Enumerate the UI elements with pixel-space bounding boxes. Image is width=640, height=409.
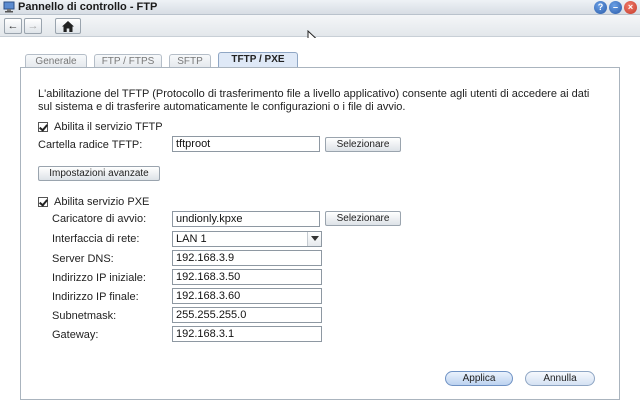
help-button[interactable]: ? bbox=[594, 1, 607, 14]
ip-end-field[interactable]: 192.168.3.60 bbox=[172, 288, 322, 304]
tftp-root-field[interactable]: tftproot bbox=[172, 136, 320, 152]
chevron-down-icon[interactable] bbox=[307, 232, 321, 246]
subnet-mask-label: Subnetmask: bbox=[52, 310, 117, 322]
subnet-mask-field[interactable]: 255.255.255.0 bbox=[172, 307, 322, 323]
ip-end-label: Indirizzo IP finale: bbox=[52, 291, 139, 303]
tftp-enable-checkbox[interactable] bbox=[38, 122, 48, 132]
tab-sftp[interactable]: SFTP bbox=[169, 54, 211, 68]
help-icon: ? bbox=[597, 2, 604, 12]
ip-start-field[interactable]: 192.168.3.50 bbox=[172, 269, 322, 285]
back-button[interactable]: ← bbox=[4, 18, 22, 34]
minimize-button[interactable]: – bbox=[609, 1, 622, 14]
network-interface-value: LAN 1 bbox=[176, 233, 207, 245]
network-interface-label: Interfaccia di rete: bbox=[52, 233, 140, 245]
home-button[interactable] bbox=[55, 18, 81, 34]
tftp-enable-label: Abilita il servizio TFTP bbox=[54, 121, 163, 133]
control-panel-icon bbox=[3, 1, 15, 13]
cancel-button[interactable]: Annulla bbox=[525, 371, 595, 386]
gateway-field[interactable]: 192.168.3.1 bbox=[172, 326, 322, 342]
tftp-root-label: Cartella radice TFTP: bbox=[38, 139, 143, 151]
dns-server-field[interactable]: 192.168.3.9 bbox=[172, 250, 322, 266]
minimize-icon: – bbox=[612, 2, 618, 12]
gateway-label: Gateway: bbox=[52, 329, 99, 341]
tab-tftp-pxe[interactable]: TFTP / PXE bbox=[218, 52, 298, 68]
boot-loader-field[interactable]: undionly.kpxe bbox=[172, 211, 320, 227]
tab-ftp-ftps[interactable]: FTP / FTPS bbox=[94, 54, 162, 68]
tftp-select-button[interactable]: Selezionare bbox=[325, 137, 401, 152]
boot-loader-label: Caricatore di avvio: bbox=[52, 213, 147, 225]
home-icon bbox=[62, 21, 74, 32]
pxe-enable-label: Abilita servizio PXE bbox=[54, 196, 150, 208]
tab-generale[interactable]: Generale bbox=[25, 54, 87, 68]
pxe-enable-checkbox[interactable] bbox=[38, 197, 48, 207]
back-arrow-icon: ← bbox=[7, 20, 19, 32]
toolbar: ← → bbox=[0, 15, 640, 37]
ip-start-label: Indirizzo IP iniziale: bbox=[52, 272, 146, 284]
pxe-select-button[interactable]: Selezionare bbox=[325, 211, 401, 226]
window-title: Pannello di controllo - FTP bbox=[18, 1, 158, 13]
title-bar: Pannello di controllo - FTP ? – × bbox=[0, 0, 640, 15]
network-interface-select[interactable]: LAN 1 bbox=[172, 231, 322, 247]
advanced-settings-button[interactable]: Impostazioni avanzate bbox=[38, 166, 160, 181]
apply-button[interactable]: Applica bbox=[445, 371, 513, 386]
close-button[interactable]: × bbox=[624, 1, 637, 14]
description-text: L'abilitazione del TFTP (Protocollo di t… bbox=[38, 88, 590, 113]
close-icon: × bbox=[627, 2, 634, 12]
forward-button[interactable]: → bbox=[24, 18, 42, 34]
forward-arrow-icon: → bbox=[27, 20, 39, 32]
dns-server-label: Server DNS: bbox=[52, 253, 114, 265]
